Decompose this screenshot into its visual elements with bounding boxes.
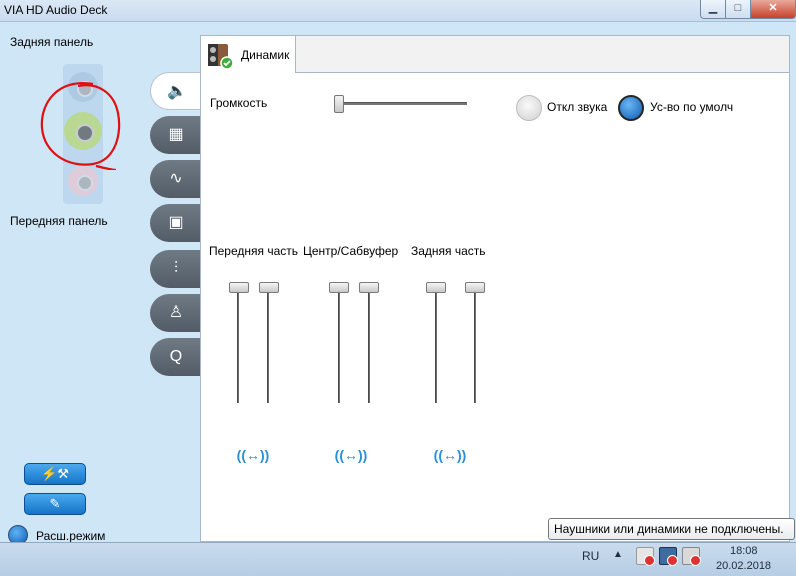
tray-tooltip: Наушники или динамики не подключены. [548, 518, 795, 540]
connector-settings-button[interactable]: ⚡⚒ [24, 463, 86, 485]
qsound-icon: Q [169, 348, 183, 365]
equalizer-icon: ⫶ [173, 260, 178, 277]
network-icon[interactable] [659, 547, 678, 566]
front-panel-label: Передняя панель [10, 214, 108, 228]
speaker-volume-icon: 🔈 [167, 83, 187, 100]
plug-icon: ⚡⚒ [41, 466, 69, 481]
rear-panel-label: Задняя панель [10, 35, 94, 49]
subwoofer-slider-track[interactable] [368, 285, 370, 403]
window-title: VIA HD Audio Deck [4, 3, 108, 17]
tab-qsound[interactable]: Q [150, 338, 200, 376]
tab-sound-effects[interactable]: ∿ [150, 160, 200, 198]
rear-right-slider-thumb[interactable] [465, 282, 485, 293]
speaker-check-icon [208, 44, 234, 70]
tab-volume[interactable]: 🔈 [150, 72, 200, 110]
tab-speaker-label: Динамик [241, 48, 290, 62]
front-left-slider-track[interactable] [237, 285, 239, 403]
mute-radio[interactable] [516, 95, 542, 121]
center-sub-link-icon[interactable]: ((↔)) [331, 443, 371, 467]
tab-equalizer[interactable]: ⫶ [150, 250, 200, 288]
maximize-button[interactable]: □ [725, 0, 751, 19]
center-slider-track[interactable] [338, 285, 340, 403]
center-slider-thumb[interactable] [329, 282, 349, 293]
rear-right-slider-track[interactable] [474, 285, 476, 403]
clock-time[interactable]: 18:08 [730, 545, 758, 557]
front-link-icon[interactable]: ((↔)) [233, 443, 273, 467]
title-bar: VIA HD Audio Deck [0, 0, 796, 22]
volume-slider-thumb[interactable] [334, 95, 344, 113]
rear-left-slider-track[interactable] [435, 285, 437, 403]
person-distance-icon: ♙ [168, 304, 184, 321]
tab-speaker[interactable]: Динамик [200, 35, 296, 73]
close-button[interactable]: ✕ [750, 0, 796, 19]
rear-left-slider-thumb[interactable] [426, 282, 446, 293]
default-device-radio[interactable] [618, 95, 644, 121]
tools-button[interactable]: ✎ [24, 493, 86, 515]
maximize-icon: □ [734, 2, 742, 14]
front-group-label: Передняя часть [209, 244, 299, 258]
front-right-slider-thumb[interactable] [259, 282, 279, 293]
volume-label: Громкость [210, 96, 268, 110]
minimize-button[interactable]: ▁ [700, 0, 726, 19]
close-icon: ✕ [768, 2, 778, 14]
tab-strip [296, 35, 790, 72]
mute-label: Откл звука [547, 100, 608, 114]
rear-group-label: Задняя часть [411, 244, 486, 258]
front-left-slider-thumb[interactable] [229, 282, 249, 293]
show-hidden-icons-button[interactable]: ▲ [613, 549, 623, 560]
action-center-icon[interactable] [636, 547, 655, 566]
default-device-label: Ус-во по умолч [650, 100, 734, 114]
rear-link-icon[interactable]: ((↔)) [430, 443, 470, 467]
tab-room-correction[interactable]: ▣ [150, 204, 200, 242]
tab-speaker-config[interactable]: ▦ [150, 116, 200, 154]
speaker-tab-panel [200, 72, 790, 542]
minimize-icon: ▁ [708, 2, 718, 14]
wrench-icon: ✎ [49, 496, 61, 511]
front-right-slider-track[interactable] [267, 285, 269, 403]
sine-wave-icon: ∿ [169, 170, 183, 187]
advanced-mode-label: Расш.режим [36, 529, 106, 543]
language-indicator[interactable]: RU [582, 549, 599, 563]
red-annotation-circle [40, 82, 121, 170]
volume-tray-icon[interactable] [682, 547, 701, 566]
tab-speaker-distance[interactable]: ♙ [150, 294, 200, 332]
clock-date[interactable]: 20.02.2018 [716, 560, 771, 572]
center-sub-group-label: Центр/Сабвуфер [303, 244, 399, 258]
speaker-box-icon: ▣ [168, 214, 184, 231]
volume-slider-track[interactable] [335, 102, 467, 105]
subwoofer-slider-thumb[interactable] [359, 282, 379, 293]
mic-jack-icon[interactable] [68, 166, 98, 196]
speakers-config-icon: ▦ [168, 126, 184, 143]
